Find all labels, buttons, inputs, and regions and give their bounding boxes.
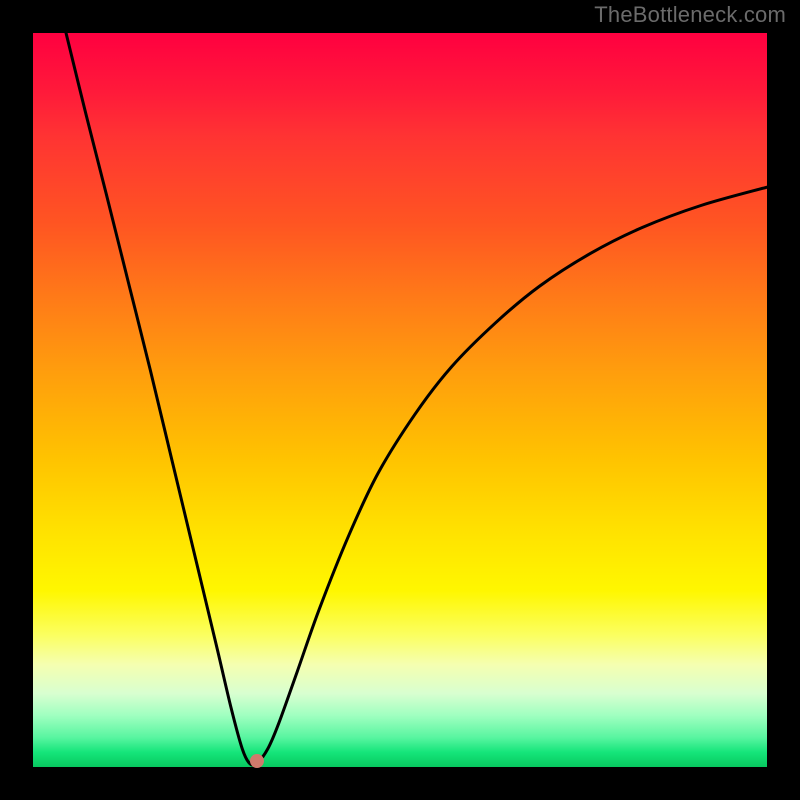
- bottleneck-curve: [66, 33, 767, 765]
- optimum-dot: [250, 754, 264, 768]
- chart-plot-area: [33, 33, 767, 767]
- curve-svg: [33, 33, 767, 767]
- watermark-text: TheBottleneck.com: [594, 2, 786, 28]
- frame-right: [767, 0, 800, 800]
- frame-left: [0, 0, 33, 800]
- frame-bottom: [0, 767, 800, 800]
